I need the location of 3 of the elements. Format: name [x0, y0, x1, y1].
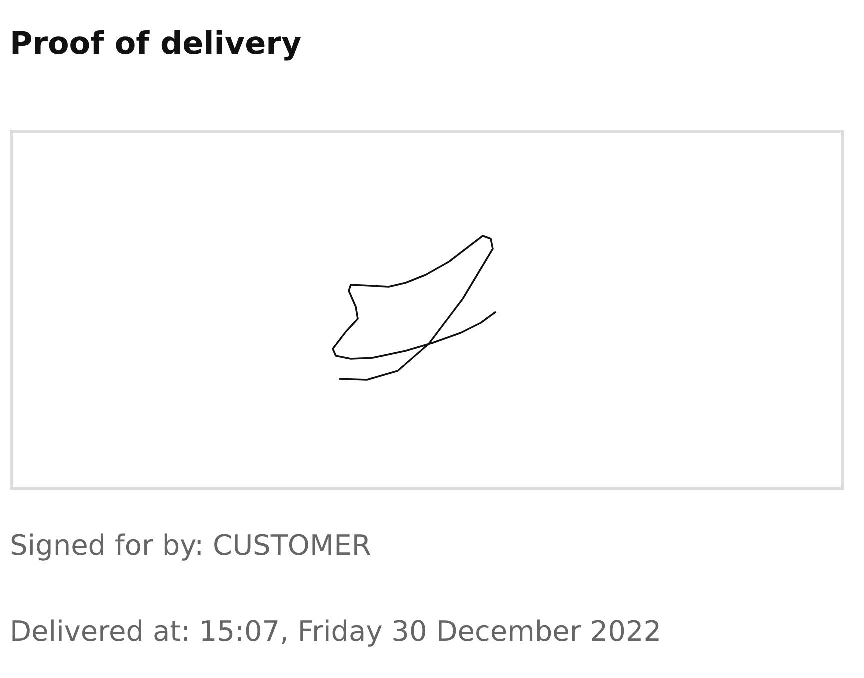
detail-text: Signed for by: CUSTOMER: [10, 528, 372, 564]
page-title: Proof of delivery: [10, 25, 303, 64]
detail-text: Delivered at: 15:07, Friday 30 December 2022: [10, 614, 663, 650]
